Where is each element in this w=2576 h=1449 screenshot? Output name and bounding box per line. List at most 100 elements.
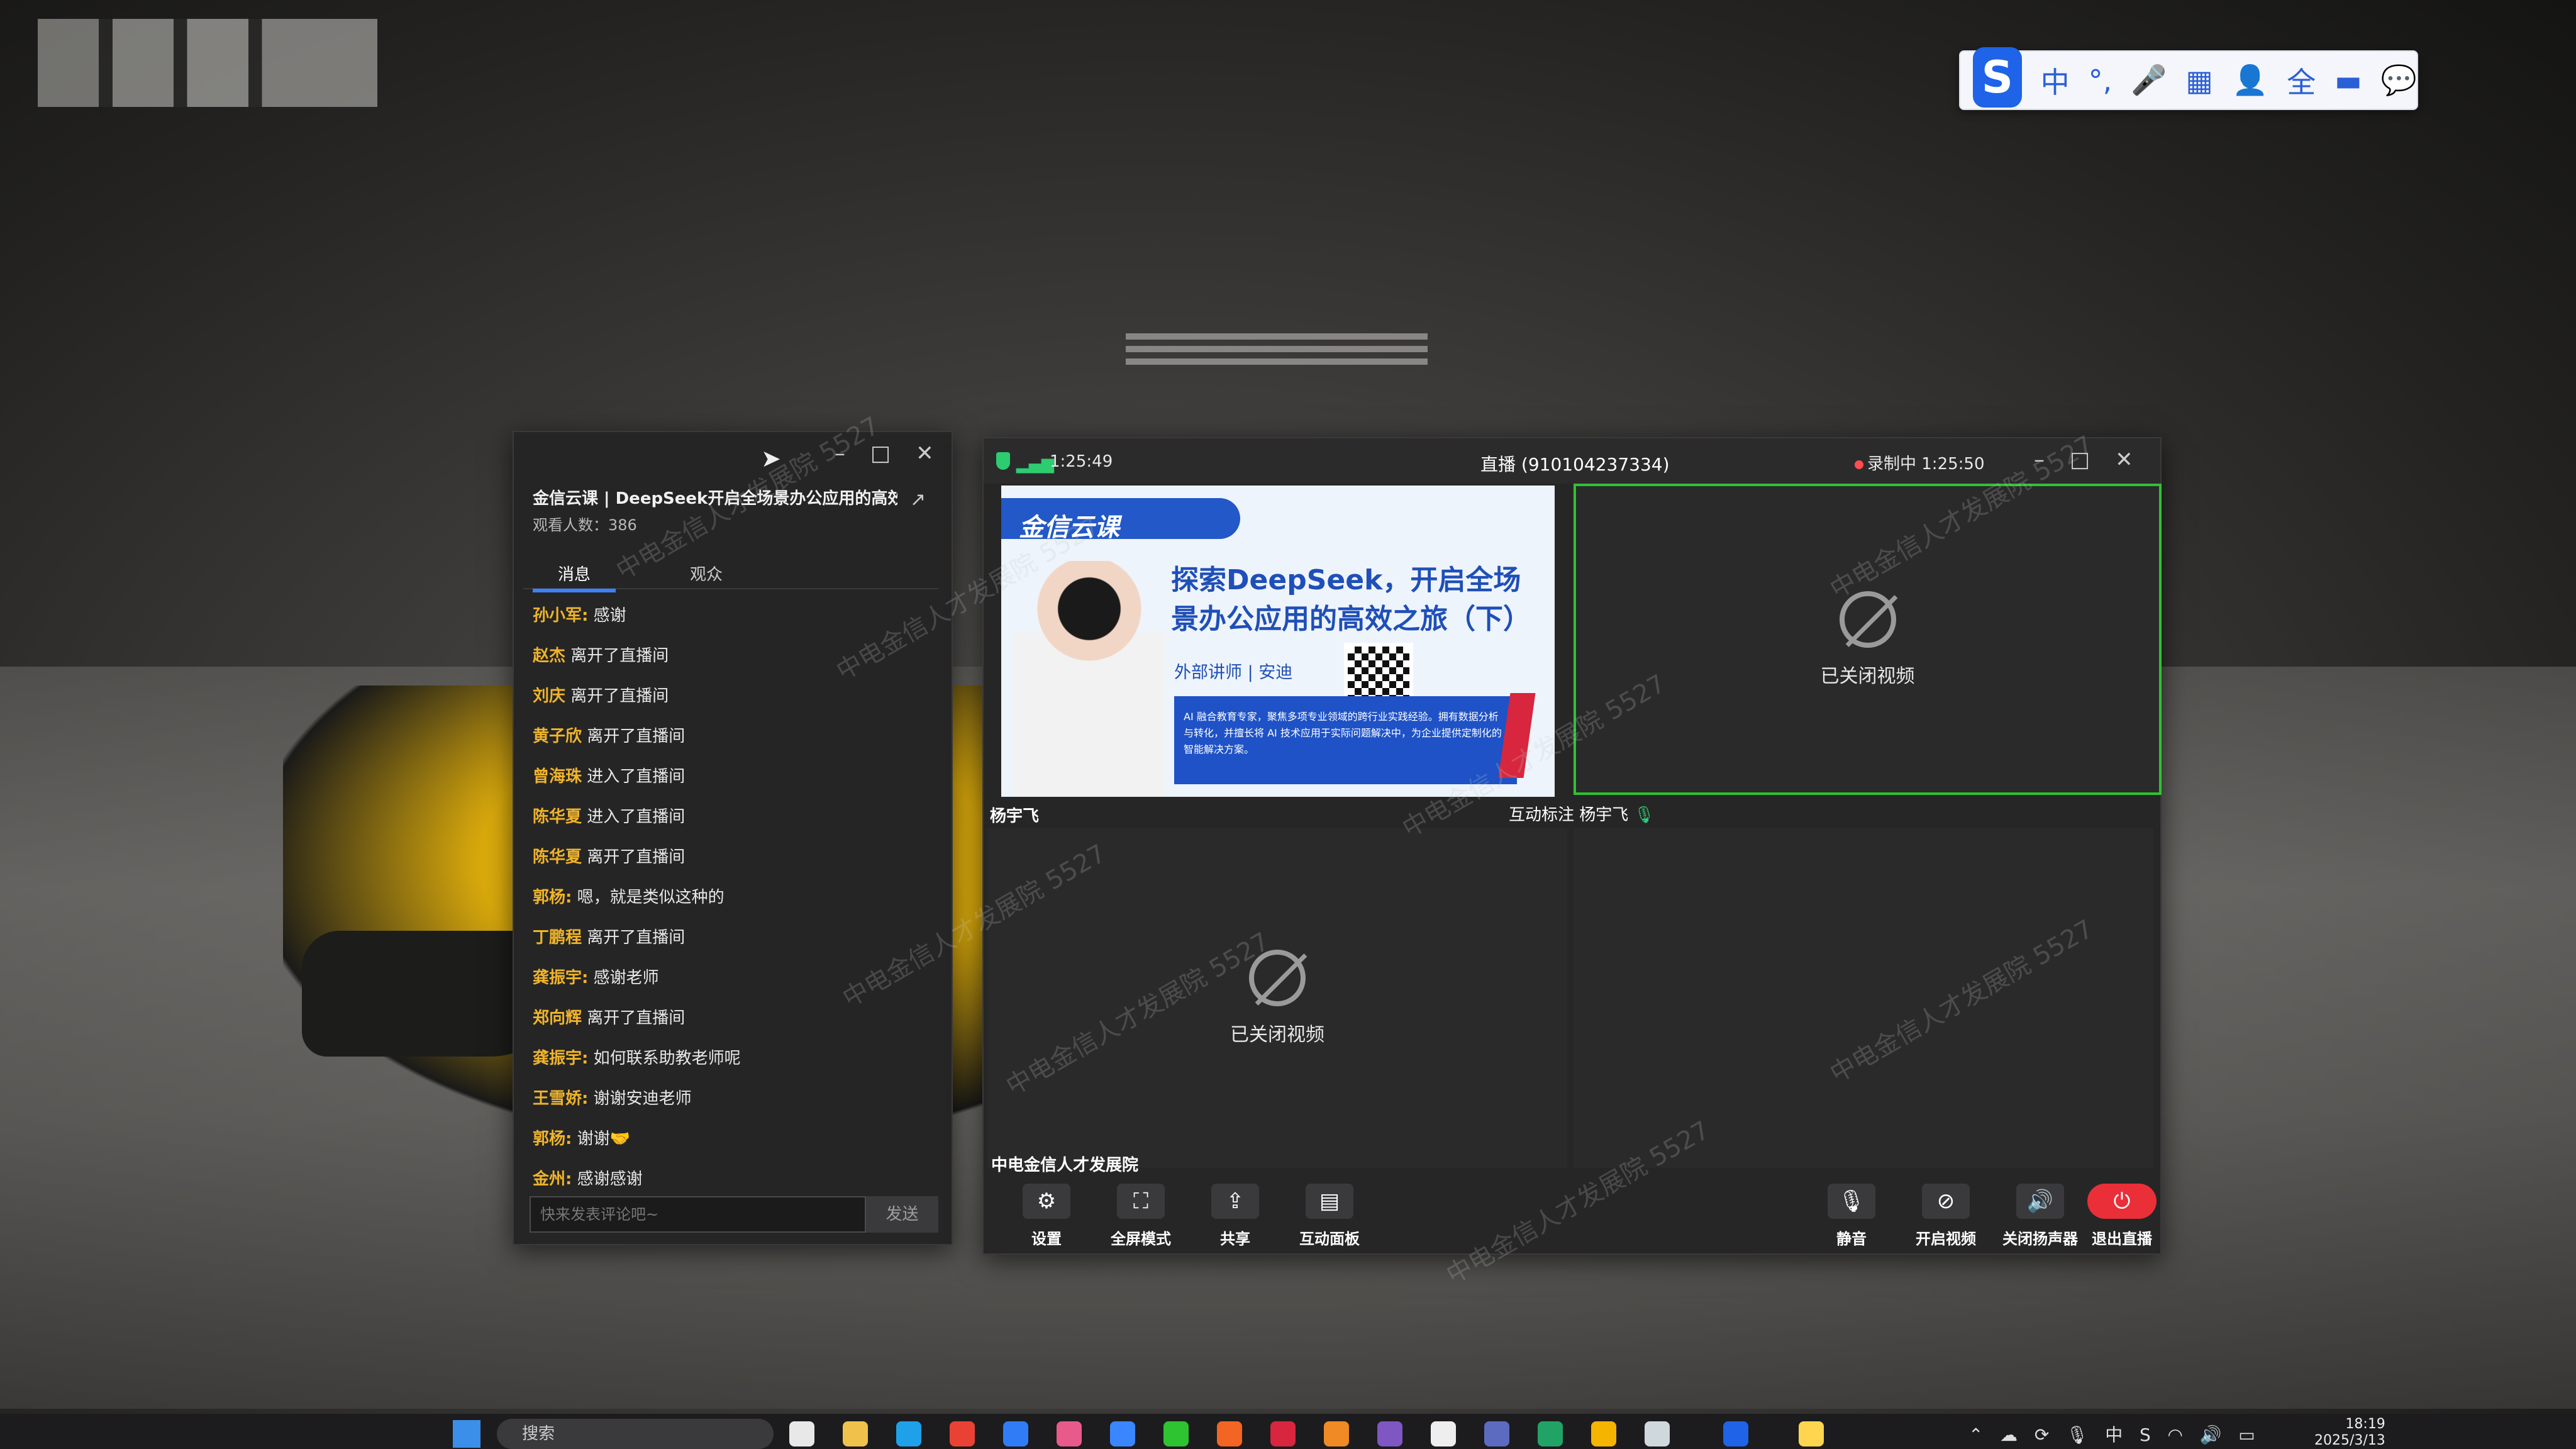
system-tray[interactable]: ⌃ ☁ ⟳ 🎙 中 S ◠ 🔊 ▭ [1968, 1421, 2255, 1446]
keyboard-icon[interactable]: ▦ [2186, 64, 2213, 97]
wifi-icon[interactable]: ◠ [2168, 1424, 2183, 1445]
message-author: 郭杨: [533, 888, 572, 907]
message-author: 陈华夏 [533, 808, 582, 826]
popout-icon[interactable]: ↗ [910, 489, 926, 511]
taskbar-app-icon[interactable] [1217, 1421, 1242, 1446]
message-author: 孙小军: [533, 606, 589, 625]
mute-label: 静音 [1836, 1230, 1867, 1248]
chevron-up-icon[interactable]: ⌃ [1968, 1424, 1983, 1445]
close-icon[interactable]: ✕ [916, 441, 934, 466]
message-text: 谢谢🤝 [572, 1130, 631, 1148]
folder-icon[interactable] [843, 1421, 868, 1446]
recording-dot-icon [1855, 460, 1863, 469]
taskbar-app-icon[interactable] [1003, 1421, 1028, 1446]
battery-icon[interactable]: ▭ [2238, 1424, 2255, 1445]
message-author: 龚振宇: [533, 1049, 589, 1068]
speaker-off-button[interactable]: 🔊 关闭扬声器 [1999, 1184, 2081, 1248]
maximize-icon[interactable]: □ [870, 441, 891, 466]
chat-tabs: 消息 观众 [523, 558, 938, 592]
share-button[interactable]: ⇪ 共享 [1194, 1184, 1276, 1248]
taskbar-app-icon[interactable] [1484, 1421, 1509, 1446]
tray-app-icon[interactable]: ☁ [2000, 1424, 2018, 1445]
sogou-tray-icon[interactable]: S [2140, 1424, 2151, 1445]
list-item: 郑向辉 离开了直播间 [533, 998, 935, 1038]
maximize-icon[interactable]: □ [2070, 447, 2090, 472]
browser-icon[interactable] [896, 1421, 921, 1446]
share-label: 共享 [1220, 1230, 1250, 1248]
start-video-button[interactable]: ⊘ 开启视频 [1905, 1184, 1987, 1248]
taskbar-app-icon[interactable] [1110, 1421, 1135, 1446]
video-tile-active[interactable]: 已关闭视频 [1574, 484, 2162, 795]
windows-start-icon[interactable] [453, 1420, 480, 1448]
folder-icon[interactable]: ▬ [2334, 64, 2362, 97]
tray-app-icon[interactable]: ⟳ [2035, 1424, 2049, 1445]
message-text: 感谢老师 [588, 969, 659, 987]
microphone-icon[interactable]: 🎙 [2066, 1424, 2089, 1445]
list-item: 金州: 感谢感谢 [533, 1159, 935, 1199]
taskbar-app-icon[interactable] [789, 1421, 814, 1446]
taskbar-app-icon[interactable] [1324, 1421, 1349, 1446]
taskbar-app-icon[interactable] [1057, 1421, 1082, 1446]
message-text: 离开了直播间 [582, 848, 686, 867]
clock[interactable]: 18:19 2025/3/13 [2314, 1416, 2385, 1449]
message-text: 谢谢安迪老师 [588, 1089, 692, 1108]
taskbar-search[interactable]: 搜索 [497, 1419, 774, 1449]
message-author: 郑向辉 [533, 1009, 582, 1028]
message-author: 刘庆 [533, 687, 566, 706]
fullscreen-button[interactable]: ⛶ 全屏模式 [1100, 1184, 1182, 1248]
message-author: 金州: [533, 1170, 572, 1189]
settings-button[interactable]: ⚙ 设置 [1006, 1184, 1087, 1248]
recording-text: 录制中 1:25:50 [1867, 455, 1985, 474]
taskbar-app-icon[interactable] [1377, 1421, 1402, 1446]
video-tile[interactable]: 已关闭视频 [987, 828, 1567, 1168]
chat-course-title: 金信云课 | DeepSeek开启全场景办公应用的高效... [533, 489, 897, 508]
sogou-logo-icon[interactable]: S [1973, 47, 2022, 108]
chrome-icon[interactable] [950, 1421, 975, 1446]
slide-brand-text: 金信云课 [1019, 513, 1119, 542]
exit-live-button[interactable]: ⏻ 退出直播 [2081, 1184, 2163, 1248]
excel-icon[interactable] [1538, 1421, 1563, 1446]
gear-icon: ⚙ [1023, 1184, 1070, 1219]
video-off-placeholder: 已关闭视频 [1230, 950, 1324, 1046]
host-name: 中电金信人才发展院 [991, 1156, 1139, 1175]
interaction-panel-button[interactable]: ▤ 互动面板 [1289, 1184, 1370, 1248]
live-titlebar[interactable]: ▂▄▆ 1:25:49 直播 (910104237334) 录制中 1:25:5… [984, 438, 2160, 484]
taskbar-app-icon[interactable] [1270, 1421, 1296, 1446]
microphone-icon[interactable]: 🎤 [2131, 63, 2167, 97]
send-button[interactable]: 发送 [866, 1196, 938, 1233]
volume-icon[interactable]: 🔊 [2200, 1424, 2222, 1445]
ime-language-toggle[interactable]: 中 [2041, 60, 2070, 101]
comment-input[interactable]: 快来发表评论吧~ [530, 1196, 866, 1233]
taskbar-app-icon[interactable] [1431, 1421, 1456, 1446]
ime-toolbar[interactable]: S 中 °, 🎤 ▦ 👤 全 ▬ 💬 [1959, 47, 2418, 110]
tab-messages[interactable]: 消息 [533, 558, 616, 592]
chat-window: ➤ – □ ✕ 金信云课 | DeepSeek开启全场景办公应用的高效... 观… [513, 431, 953, 1245]
ime-fullwidth-toggle[interactable]: 全 [2287, 60, 2316, 101]
list-item: 郭杨: 谢谢🤝 [533, 1119, 935, 1159]
minimize-icon[interactable]: – [2034, 447, 2045, 472]
input-language[interactable]: 中 [2105, 1424, 2123, 1445]
user-icon[interactable]: 👤 [2232, 63, 2268, 97]
camera-off-icon [1249, 950, 1306, 1006]
list-item: 黄子欣 离开了直播间 [533, 716, 935, 757]
message-text: 离开了直播间 [582, 928, 686, 947]
chat-icon[interactable]: 💬 [2381, 63, 2417, 97]
video-tile-empty[interactable] [1574, 828, 2153, 1168]
wechat-icon[interactable] [1163, 1421, 1189, 1446]
message-author: 王雪娇: [533, 1089, 589, 1108]
minimize-icon[interactable]: – [835, 441, 845, 466]
shared-slide: 金信云课 探索DeepSeek，开启全场景办公应用的高效之旅（下） 外部讲师 |… [1001, 486, 1555, 797]
chat-message-list[interactable]: 孙小军: 感谢 赵杰 离开了直播间 刘庆 离开了直播间 黄子欣 离开了直播间 曾… [533, 596, 935, 1199]
message-author: 曾海珠 [533, 767, 582, 786]
taskbar-app-icon[interactable] [1591, 1421, 1616, 1446]
taskbar-app-icon-active[interactable] [1723, 1421, 1748, 1446]
ime-punctuation-toggle[interactable]: °, [2089, 64, 2112, 97]
message-author: 丁鹏程 [533, 928, 582, 947]
taskbar-app-icon[interactable] [1799, 1421, 1824, 1446]
mute-button[interactable]: 🎙 静音 [1811, 1184, 1892, 1248]
tab-audience[interactable]: 观众 [665, 558, 748, 589]
live-window-controls: – □ ✕ [2034, 447, 2133, 472]
close-icon[interactable]: ✕ [2115, 447, 2133, 472]
wallpaper-window [38, 19, 377, 107]
taskbar-app-icon[interactable] [1645, 1421, 1670, 1446]
